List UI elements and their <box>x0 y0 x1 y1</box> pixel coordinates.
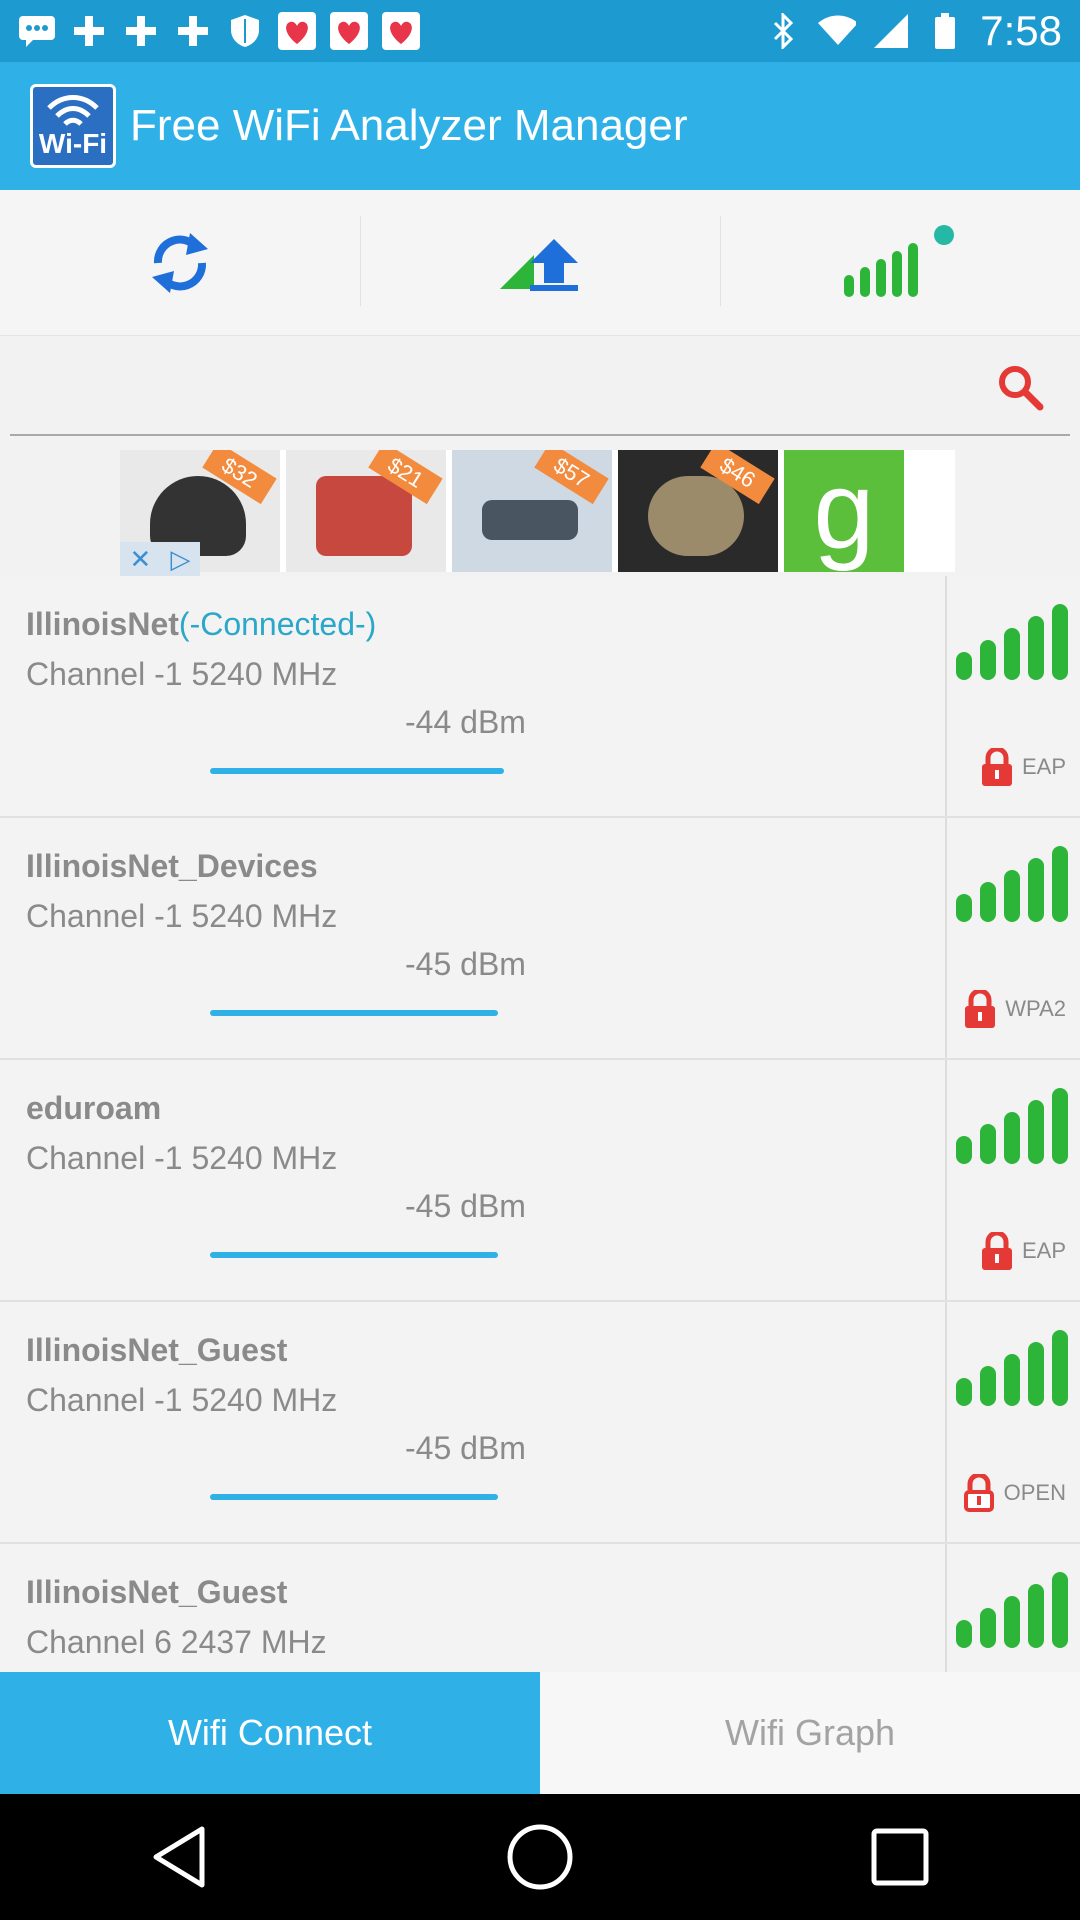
speed-test-button[interactable] <box>360 190 720 335</box>
refresh-icon <box>152 232 208 293</box>
lock-icon <box>965 990 996 1028</box>
ad-tile-watch-2[interactable]: $46 <box>618 450 778 572</box>
network-dbm: -45 dBm <box>405 1188 526 1224</box>
row-divider <box>945 1302 947 1542</box>
network-channel: Channel -1 5240 MHz <box>26 898 338 934</box>
signal-bars-icon <box>956 604 1068 680</box>
ad-tile-watch[interactable]: $21 <box>286 450 446 572</box>
navigation-bar <box>0 1794 1080 1920</box>
security-info: OPEN <box>962 1474 1066 1512</box>
security-info: EAP <box>980 1232 1066 1270</box>
network-row[interactable]: IllinoisNet(-Connected-) Channel -1 5240… <box>0 576 1080 818</box>
upload-speed-icon <box>500 238 578 291</box>
app-title: Free WiFi Analyzer Manager <box>130 101 688 150</box>
security-label: WPA2 <box>1005 996 1066 1021</box>
status-bar: 7:58 <box>0 0 1080 62</box>
network-row[interactable]: IllinoisNet_Devices Channel -1 5240 MHz … <box>0 818 1080 1060</box>
signal-bars-icon <box>956 1330 1068 1406</box>
recents-icon <box>871 1828 929 1886</box>
home-icon <box>507 1824 573 1890</box>
bottom-tabs: Wifi Connect Wifi Graph <box>0 1672 1080 1794</box>
ad-brand-logo: g <box>784 450 904 572</box>
message-icon <box>18 12 56 50</box>
network-channel: Channel 6 2437 MHz <box>26 1624 327 1660</box>
network-ssid: eduroam <box>26 1090 162 1126</box>
row-divider <box>945 818 947 1058</box>
connected-label: (-Connected-) <box>178 606 377 642</box>
signal-strength-icon <box>844 224 954 297</box>
row-divider <box>945 1544 947 1672</box>
network-list: IllinoisNet(-Connected-) Channel -1 5240… <box>0 576 1080 1672</box>
row-divider <box>945 1060 947 1300</box>
ad-tile-drone[interactable]: $57 <box>452 450 612 572</box>
close-icon[interactable]: ✕ <box>130 544 152 575</box>
plus-icon <box>70 12 108 50</box>
plus-icon <box>122 12 160 50</box>
network-channel: Channel -1 5240 MHz <box>26 656 338 692</box>
fastmeet-icon <box>278 12 316 50</box>
home-button[interactable] <box>495 1812 585 1902</box>
app-bar: Wi-Fi Free WiFi Analyzer Manager <box>0 62 1080 190</box>
network-channel: Channel -1 5240 MHz <box>26 1140 338 1176</box>
status-time: 7:58 <box>980 7 1062 54</box>
network-ssid: IllinoisNet_Devices <box>26 848 318 884</box>
security-info: WPA2 <box>963 990 1066 1028</box>
logo-text: Wi-Fi <box>38 128 108 159</box>
ssid-text: IllinoisNet <box>26 606 179 642</box>
signal-meter-button[interactable] <box>720 190 1080 335</box>
signal-strength-bar <box>210 1010 498 1016</box>
tab-wifi-graph[interactable]: Wifi Graph <box>540 1672 1080 1794</box>
ad-choices[interactable]: ✕ ▷ <box>120 542 200 576</box>
unlocked-icon <box>963 1474 994 1512</box>
lock-icon <box>981 1232 1012 1270</box>
plus-icon <box>174 12 212 50</box>
security-label: EAP <box>1021 754 1066 779</box>
network-row[interactable]: IllinoisNet_Guest Channel -1 5240 MHz -4… <box>0 1302 1080 1544</box>
security-info: EAP <box>980 748 1066 786</box>
back-button[interactable] <box>135 1812 225 1902</box>
network-dbm: -45 dBm <box>405 946 526 982</box>
bluetooth-icon <box>764 12 802 50</box>
tab-wifi-connect[interactable]: Wifi Connect <box>0 1672 540 1794</box>
wifi-icon <box>818 12 857 50</box>
security-label: OPEN <box>1003 1480 1066 1505</box>
row-divider <box>945 576 947 816</box>
recents-button[interactable] <box>855 1812 945 1902</box>
app-screen: 7:58 Wi-Fi Free WiFi Analyzer Manager $3… <box>0 0 1080 1920</box>
system-icons: 7:58 <box>764 7 1062 55</box>
ad-price: $57 <box>534 450 609 504</box>
signal-bars-icon <box>956 1088 1068 1164</box>
notification-icons <box>18 12 420 50</box>
network-ssid: IllinoisNet_Guest <box>26 1574 288 1610</box>
back-icon <box>153 1826 205 1888</box>
network-dbm: -44 dBm <box>405 704 526 740</box>
signal-icon <box>872 12 910 50</box>
search-icon <box>999 366 1044 411</box>
signal-bars-icon <box>956 1572 1068 1648</box>
network-ssid: IllinoisNet(-Connected-) <box>26 606 376 643</box>
lock-icon <box>981 748 1012 786</box>
signal-strength-bar <box>210 1252 498 1258</box>
network-row[interactable]: IllinoisNet_Guest Channel 6 2437 MHz <box>0 1544 1080 1672</box>
search-button[interactable] <box>980 347 1060 427</box>
network-dbm: -45 dBm <box>405 1430 526 1466</box>
signal-bars-icon <box>956 846 1068 922</box>
network-channel: Channel -1 5240 MHz <box>26 1382 338 1418</box>
network-ssid: IllinoisNet_Guest <box>26 1332 288 1368</box>
signal-strength-bar <box>210 1494 498 1500</box>
search-input[interactable] <box>10 347 980 427</box>
wifi-logo-icon: Wi-Fi <box>30 84 116 168</box>
ad-banner[interactable]: $32 $21 $57 $46 g <box>120 450 955 572</box>
fastmeet-icon <box>382 12 420 50</box>
network-row[interactable]: eduroam Channel -1 5240 MHz -45 dBm EAP <box>0 1060 1080 1302</box>
ad-choices-icon[interactable]: ▷ <box>170 544 190 575</box>
signal-strength-bar <box>210 768 504 774</box>
battery-icon <box>926 12 964 50</box>
security-label: EAP <box>1021 1238 1066 1263</box>
shield-icon <box>226 12 264 50</box>
toolbar <box>0 190 1080 336</box>
search-bar <box>10 340 1070 436</box>
fastmeet-icon <box>330 12 368 50</box>
refresh-button[interactable] <box>0 190 360 335</box>
